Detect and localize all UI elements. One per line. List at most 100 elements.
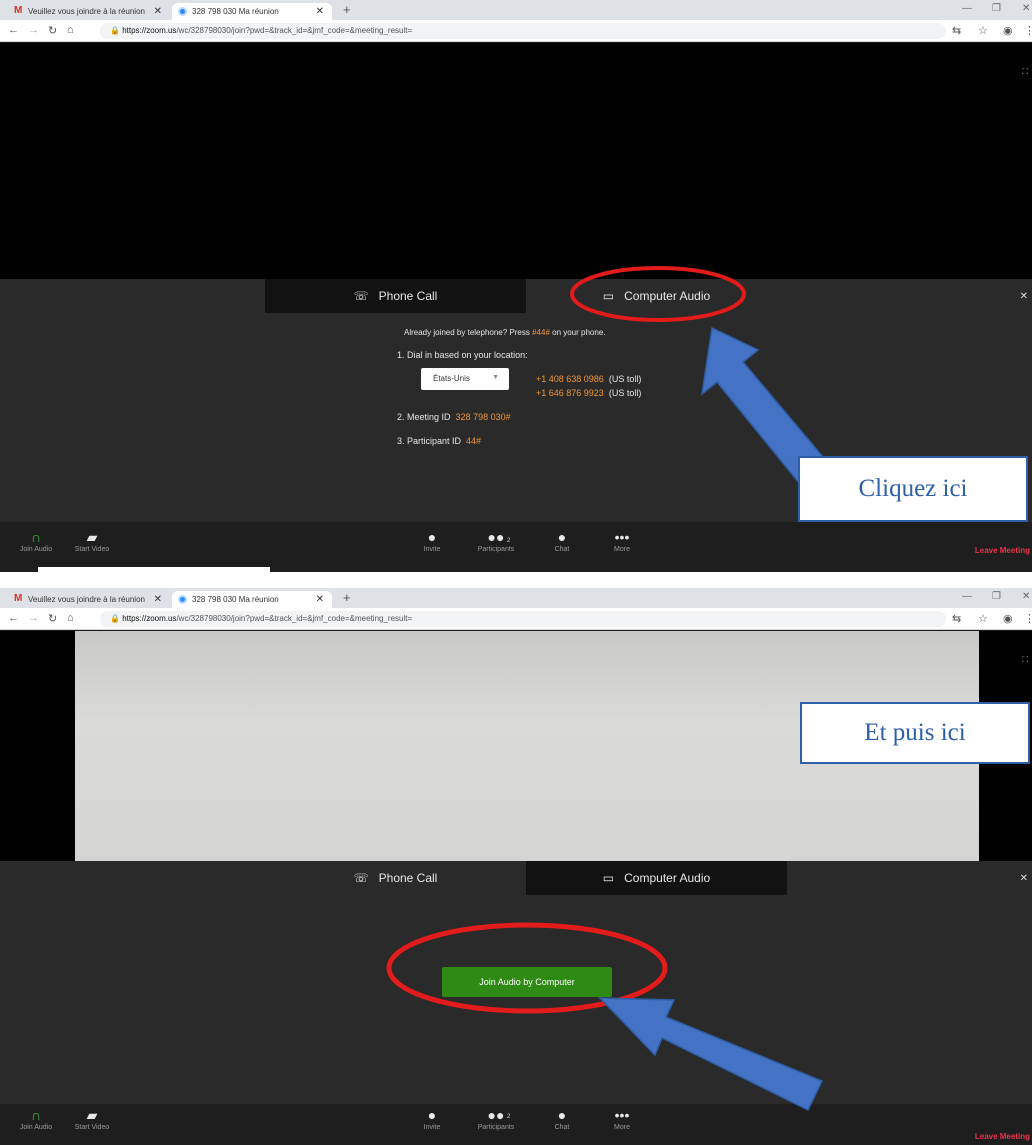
lock-icon: 🔒 — [110, 614, 123, 623]
url-path: /wc/328798030/join?pwd=&track_id=&jmf_co… — [176, 614, 413, 623]
address-bar: ← → ↻ ⌂ 🔒 https://zoom.us/wc/328798030/j… — [0, 608, 1032, 630]
tab-title: 328 798 030 Ma réunion — [192, 7, 279, 16]
participants-button[interactable]: ●● Participants — [466, 1106, 526, 1131]
browser-tab-zoom[interactable]: 328 798 030 Ma réunion ✕ — [172, 591, 332, 608]
browser-tab-gmail[interactable]: M Veuillez vous joindre à la réunion ✕ — [8, 3, 170, 20]
close-icon[interactable]: ✕ — [154, 6, 162, 17]
browser-tab-zoom[interactable]: 328 798 030 Ma réunion ✕ — [172, 3, 332, 20]
gmail-icon: M — [14, 5, 23, 16]
button-label: Chat — [554, 1124, 570, 1131]
leave-meeting-button[interactable]: Leave Meeting — [975, 1132, 1030, 1141]
address-bar: ← → ↻ ⌂ 🔒 https://zoom.us/wc/328798030/j… — [0, 20, 1032, 42]
meeting-toolbar: ∩ Join Audio ▰ Start Video ● Invite ●● P… — [0, 522, 1032, 572]
fullscreen-icon[interactable]: ⛶ — [1022, 655, 1028, 665]
translate-icon[interactable]: ⇆ — [952, 24, 961, 37]
reload-icon[interactable]: ↻ — [48, 24, 57, 37]
profile-icon[interactable]: ◉ — [1003, 24, 1013, 37]
tab-label: Phone Call — [378, 871, 438, 885]
close-icon[interactable]: ✕ — [154, 594, 162, 605]
participants-button[interactable]: ●● Participants — [466, 528, 526, 553]
zoom-icon — [178, 595, 187, 604]
url-path: /wc/328798030/join?pwd=&track_id=&jmf_co… — [176, 26, 413, 35]
tab-title: Veuillez vous joindre à la réunion — [28, 595, 145, 604]
more-button[interactable]: ••• More — [592, 528, 652, 553]
invite-button[interactable]: ● Invite — [402, 528, 462, 553]
forward-icon[interactable]: → — [28, 24, 39, 36]
back-icon[interactable]: ← — [8, 24, 19, 36]
callout-label: Et puis ici — [800, 702, 1030, 764]
forward-icon[interactable]: → — [28, 612, 39, 624]
more-button[interactable]: ••• More — [592, 1106, 652, 1131]
join-audio-button[interactable]: ∩ Join Audio — [6, 1106, 66, 1131]
home-icon[interactable]: ⌂ — [67, 612, 74, 624]
menu-icon[interactable]: ⋮ — [1024, 24, 1032, 37]
text: on your phone. — [549, 328, 606, 337]
country-select[interactable]: États-Unis ▼ — [421, 368, 509, 390]
new-tab-icon[interactable]: + — [343, 2, 351, 17]
phone-code: #44# — [532, 328, 550, 337]
join-audio-button[interactable]: ∩ Join Audio — [6, 528, 66, 553]
home-icon[interactable]: ⌂ — [67, 24, 74, 36]
translate-icon[interactable]: ⇆ — [952, 612, 961, 625]
join-audio-by-computer-button[interactable]: Join Audio by Computer — [442, 967, 612, 997]
tab-label: Computer Audio — [624, 871, 711, 885]
headphones-icon: ∩ — [30, 529, 42, 545]
chat-icon: ● — [557, 529, 567, 545]
dial-number-1: +1 408 638 0986 (US toll) — [536, 374, 641, 384]
fullscreen-icon[interactable]: ⛶ — [1022, 67, 1028, 77]
callout-label: Cliquez ici — [798, 456, 1028, 522]
button-label: Join Audio — [19, 546, 53, 553]
browser-tab-bar: M Veuillez vous joindre à la réunion ✕ 3… — [0, 588, 1032, 608]
url-field[interactable]: 🔒 https://zoom.us/wc/328798030/join?pwd=… — [100, 23, 946, 39]
chat-button[interactable]: ● Chat — [532, 528, 592, 553]
restore-icon[interactable]: ❐ — [992, 3, 1001, 14]
minimize-icon[interactable]: — — [962, 591, 972, 602]
start-video-button[interactable]: ▰ Start Video — [62, 1106, 122, 1131]
start-video-button[interactable]: ▰ Start Video — [62, 528, 122, 553]
chat-button[interactable]: ● Chat — [532, 1106, 592, 1131]
lock-icon: 🔒 — [110, 26, 123, 35]
invite-button[interactable]: ● Invite — [402, 1106, 462, 1131]
participant-id-value: 44# — [466, 436, 482, 446]
close-icon[interactable]: ✕ — [316, 594, 324, 605]
window-close-icon[interactable]: ✕ — [1022, 3, 1030, 14]
star-icon[interactable]: ☆ — [978, 24, 988, 37]
label: 2. Meeting ID — [397, 412, 451, 422]
already-joined-text: Already joined by telephone? Press #44# … — [404, 328, 606, 337]
reload-icon[interactable]: ↻ — [48, 612, 57, 625]
url-field[interactable]: 🔒 https://zoom.us/wc/328798030/join?pwd=… — [100, 611, 946, 627]
screenshot-step-2: M Veuillez vous joindre à la réunion ✕ 3… — [0, 588, 1032, 1145]
star-icon[interactable]: ☆ — [978, 612, 988, 625]
meeting-toolbar: ∩ Join Audio ▰ Start Video ● Invite ●● P… — [0, 1104, 1032, 1145]
window-close-icon[interactable]: ✕ — [1022, 591, 1030, 602]
browser-tab-bar: M Veuillez vous joindre à la réunion ✕ 3… — [0, 0, 1032, 20]
computer-icon: ▭ — [602, 871, 615, 885]
audio-tabs: ☏ Phone Call ▭ Computer Audio — [265, 861, 787, 895]
button-label: Participants — [477, 1124, 515, 1131]
new-tab-icon[interactable]: + — [343, 590, 351, 605]
restore-icon[interactable]: ❐ — [992, 591, 1001, 602]
button-label: Start Video — [74, 1124, 110, 1131]
menu-icon[interactable]: ⋮ — [1024, 612, 1032, 625]
back-icon[interactable]: ← — [8, 612, 19, 624]
meeting-id-value: 328 798 030# — [455, 412, 511, 422]
close-icon[interactable]: ✕ — [1020, 873, 1028, 884]
dial-number-2: +1 646 876 9923 (US toll) — [536, 388, 641, 398]
button-label: Start Video — [74, 546, 110, 553]
profile-icon[interactable]: ◉ — [1003, 612, 1013, 625]
button-label: More — [614, 546, 630, 553]
participants-icon: ●● — [487, 529, 505, 545]
step-2-meeting-id: 2. Meeting ID 328 798 030# — [397, 412, 511, 422]
chat-icon: ● — [557, 1107, 567, 1123]
invite-icon: ● — [427, 529, 437, 545]
chevron-down-icon: ▼ — [492, 374, 499, 381]
leave-meeting-button[interactable]: Leave Meeting — [975, 546, 1030, 555]
minimize-icon[interactable]: — — [962, 3, 972, 14]
button-label: Join Audio — [19, 1124, 53, 1131]
tab-computer-audio[interactable]: ▭ Computer Audio — [526, 861, 787, 895]
close-icon[interactable]: ✕ — [316, 6, 324, 17]
video-area: ⛶ — [0, 43, 1032, 279]
tab-phone-call[interactable]: ☏ Phone Call — [265, 861, 526, 895]
text: Already joined by telephone? Press — [404, 328, 533, 337]
browser-tab-gmail[interactable]: M Veuillez vous joindre à la réunion ✕ — [8, 591, 170, 608]
